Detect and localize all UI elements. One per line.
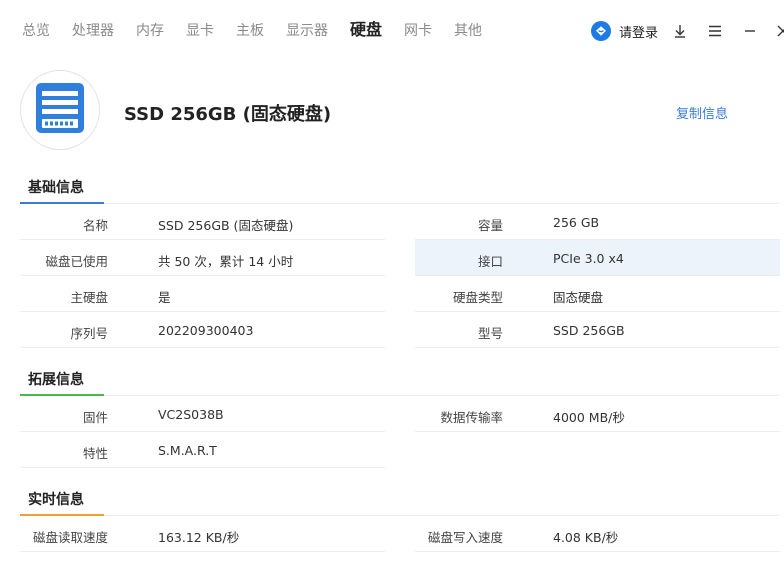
row-label: 硬盘类型 [452,290,503,305]
tab-monitor[interactable]: 显示器 [286,22,328,40]
row-label: 磁盘已使用 [45,254,108,269]
row-label: 数据传输率 [440,410,503,425]
info-row: 固件 VC2S038B [20,396,385,432]
device-title: SSD 256GB (固态硬盘) [124,104,332,125]
row-value: 共 50 次，累计 14 小时 [158,254,294,269]
info-row: 容量 256 GB [415,204,780,240]
download-icon[interactable] [670,21,690,41]
info-row: 主硬盘 是 [20,276,385,312]
row-value: SSD 256GB (固态硬盘) [158,218,294,233]
close-icon[interactable] [772,21,784,41]
menu-icon[interactable] [705,21,725,41]
info-row: 特性 S.M.A.R.T [20,432,385,468]
row-value: 163.12 KB/秒 [158,530,240,545]
info-row: 名称 SSD 256GB (固态硬盘) [20,204,385,240]
row-value: 202209300403 [158,323,254,338]
info-row: 型号 SSD 256GB [415,312,780,348]
login-avatar-icon [591,21,611,41]
section-title: 实时信息 [28,492,84,508]
info-row: 序列号 202209300403 [20,312,385,348]
row-label: 固件 [82,410,108,425]
copy-info-link[interactable]: 复制信息 [676,103,728,122]
info-row: 硬盘类型 固态硬盘 [415,276,780,312]
tab-other[interactable]: 其他 [454,22,482,40]
info-row-highlighted: 接口 PCIe 3.0 x4 [415,240,780,276]
tab-memory[interactable]: 内存 [136,22,164,40]
row-value: 是 [158,290,171,305]
section-title: 基础信息 [28,180,84,196]
row-label: 序列号 [70,326,108,341]
disk-icon [36,83,84,137]
row-value: 256 GB [553,215,600,230]
tab-processor[interactable]: 处理器 [72,22,114,40]
minimize-icon[interactable] [740,21,760,41]
login-button[interactable]: 请登录 [591,21,658,41]
row-value: VC2S038B [158,407,224,422]
tab-overview[interactable]: 总览 [22,22,50,40]
info-row: 数据传输率 4000 MB/秒 [415,396,780,432]
info-row: 磁盘写入速度 4.08 KB/秒 [415,516,780,552]
top-navigation: 总览 处理器 内存 显卡 主板 显示器 硬盘 网卡 其他 请登录 [0,0,784,62]
row-label: 型号 [477,326,503,341]
row-label: 接口 [477,254,503,269]
info-row: 磁盘已使用 共 50 次，累计 14 小时 [20,240,385,276]
tab-graphics[interactable]: 显卡 [186,22,214,40]
section-title: 拓展信息 [28,372,84,388]
row-value: 4000 MB/秒 [553,410,625,425]
row-label: 主硬盘 [70,290,108,305]
tab-motherboard[interactable]: 主板 [236,22,264,40]
section-extended-header: 拓展信息 [20,367,780,396]
row-label: 特性 [82,446,108,461]
row-value: PCIe 3.0 x4 [553,251,624,266]
row-label: 容量 [477,218,503,233]
tab-disk[interactable]: 硬盘 [350,21,382,40]
info-row: 磁盘读取速度 163.12 KB/秒 [20,516,385,552]
row-label: 名称 [82,218,108,233]
row-label: 磁盘读取速度 [32,530,108,545]
tab-network[interactable]: 网卡 [404,22,432,40]
row-label: 磁盘写入速度 [427,530,503,545]
row-value: SSD 256GB [553,323,625,338]
category-tabs: 总览 处理器 内存 显卡 主板 显示器 硬盘 网卡 其他 [22,21,504,40]
login-label: 请登录 [619,25,659,41]
row-value: S.M.A.R.T [158,443,217,458]
section-realtime-header: 实时信息 [20,487,780,516]
device-icon-badge [20,70,100,150]
section-basic-header: 基础信息 [20,175,780,204]
row-value: 固态硬盘 [553,290,604,305]
row-value: 4.08 KB/秒 [553,530,619,545]
